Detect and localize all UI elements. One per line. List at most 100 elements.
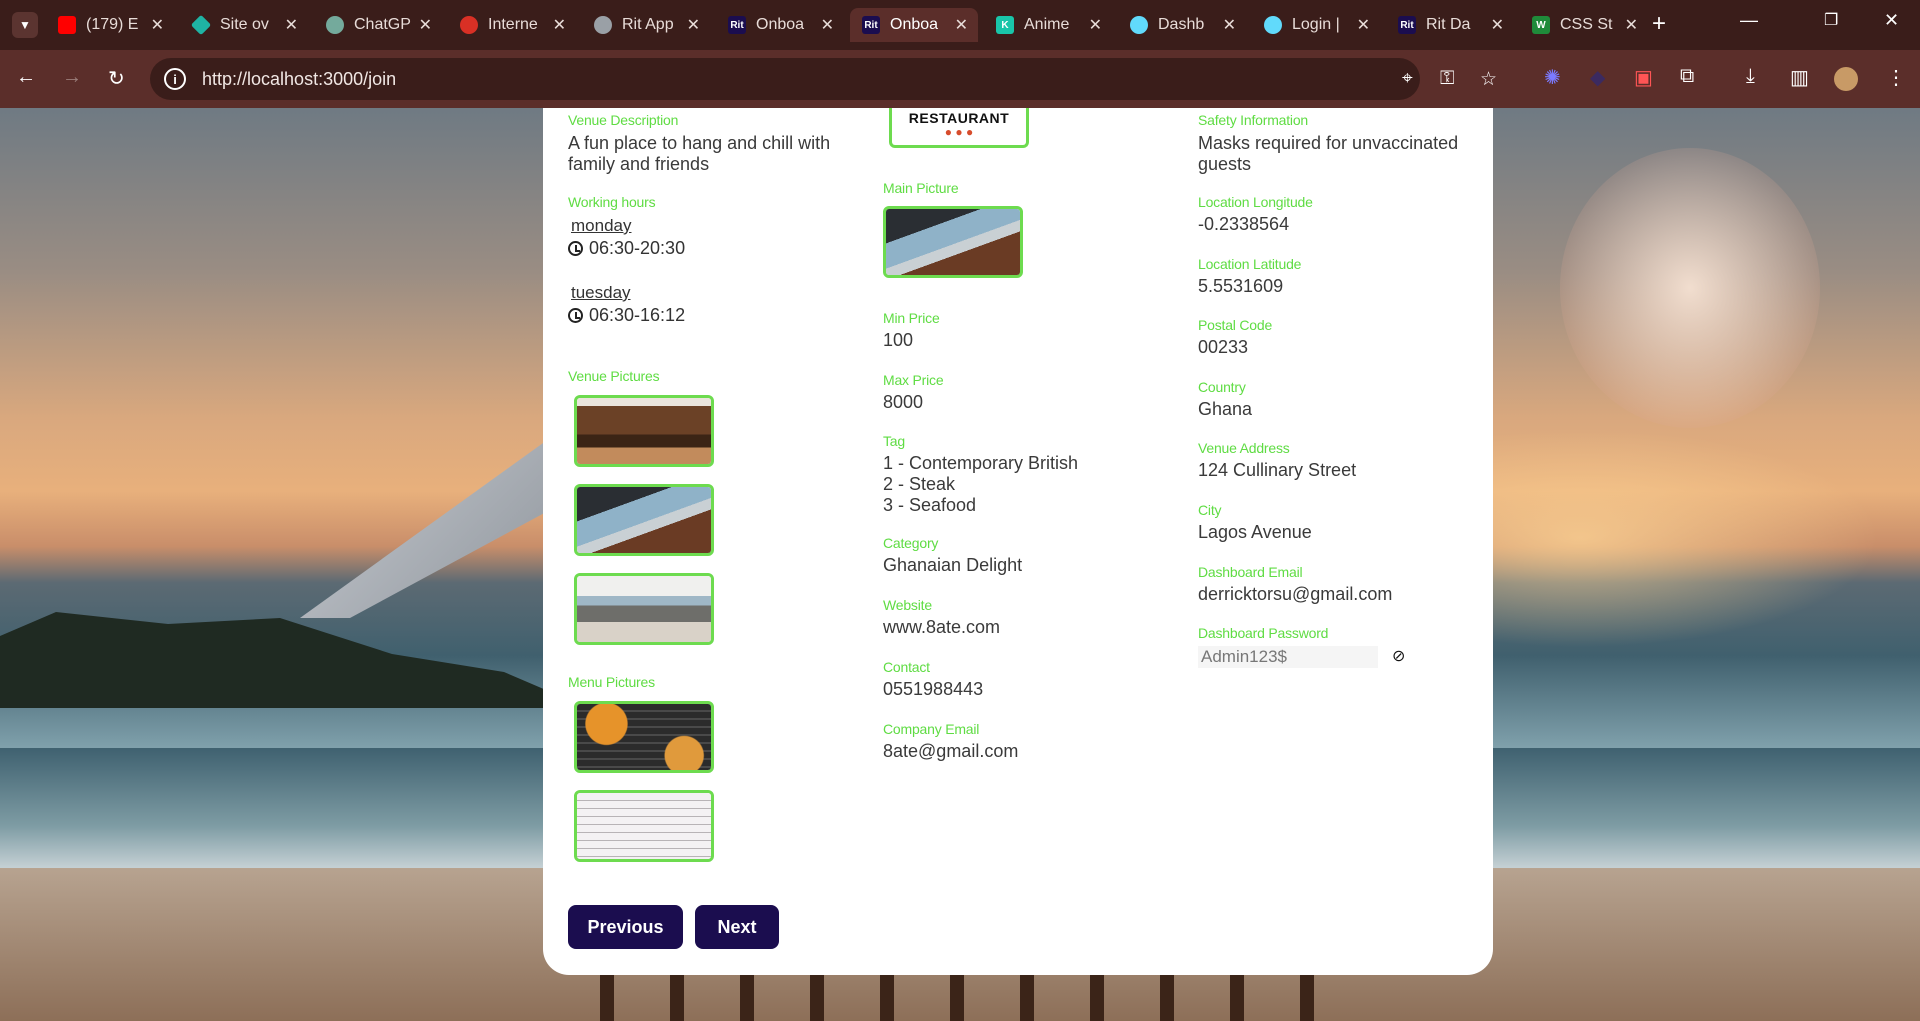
menu-light-image [577,793,711,859]
menu-pictures-list [568,701,714,879]
background-island [0,612,560,708]
page-viewport: Venue Description A fun place to hang an… [0,108,1920,1021]
close-tab-icon[interactable]: ✕ [1089,15,1102,35]
location-pin-icon[interactable]: ⌖ [1402,68,1413,90]
menu-picture-thumbnail[interactable] [574,790,714,862]
back-arrow-icon[interactable]: ← [16,66,36,89]
venue-pictures-list [568,395,714,662]
tab-strip: ▼ (179) E ✕ Site ov ✕ ChatGP ✕ Interne ✕ Rit App… [0,0,1920,50]
company-email-label: Company Email [883,721,980,737]
menu-picture-thumbnail[interactable] [574,701,714,773]
close-tab-icon[interactable]: ✕ [151,15,164,35]
menu-kebab-icon[interactable]: ⋮ [1886,65,1906,90]
profile-avatar[interactable] [1834,67,1858,91]
browser-tab[interactable]: W CSS St ✕ [1520,8,1648,42]
dashboard-email-value: derricktorsu@gmail.com [1198,584,1393,604]
reload-icon[interactable]: ↻ [108,66,125,91]
venue-pictures-label: Venue Pictures [568,368,660,384]
close-tab-icon[interactable]: ✕ [821,15,834,35]
extension-flower-icon[interactable]: ✺ [1544,65,1561,90]
tag-list: 1 - Contemporary British 2 - Steak 3 - S… [883,453,1143,516]
previous-button[interactable]: Previous [568,905,683,949]
tab-search-button[interactable]: ▼ [12,12,38,38]
close-tab-icon[interactable]: ✕ [1223,15,1236,35]
eye-slash-icon[interactable]: ⊘ [1392,646,1405,666]
tab-title: Anime [1024,16,1070,33]
extensions-puzzle-icon[interactable]: ⧉ [1680,65,1694,88]
browser-tab[interactable]: Dashb ✕ [1118,8,1246,42]
browser-tab[interactable]: Interne ✕ [448,8,576,42]
max-price-label: Max Price [883,372,944,388]
venue-picture-thumbnail[interactable] [574,573,714,645]
speedometer-icon [460,16,478,34]
tab-title: Onboa [756,16,805,33]
tab-title: Interne [488,16,538,33]
download-icon[interactable]: ⤓ [1746,65,1755,88]
close-tab-icon[interactable]: ✕ [419,15,432,35]
tab-title: Rit App [622,16,674,33]
browser-tab[interactable]: Rit Onboa ✕ [716,8,844,42]
close-tab-icon[interactable]: ✕ [553,15,566,35]
hours-day: monday [571,216,632,235]
browser-tab[interactable]: K Anime ✕ [984,8,1112,42]
dashboard-password-value: Admin123$ [1201,647,1288,666]
browser-tab[interactable]: ChatGP ✕ [314,8,442,42]
close-tab-icon[interactable]: ✕ [1357,15,1370,35]
venue-picture-thumbnail[interactable] [574,395,714,467]
company-email-value: 8ate@gmail.com [883,741,1019,761]
next-button[interactable]: Next [695,905,779,949]
menu-pictures-label: Menu Pictures [568,674,655,690]
country-value: Ghana [1198,399,1253,419]
logo-thumbnail[interactable]: RESTAURANT ● ● ● [889,108,1029,148]
forward-arrow-icon[interactable]: → [62,66,82,89]
join-form-card: Venue Description A fun place to hang an… [543,108,1493,975]
youtube-icon [58,16,76,34]
hours-time-row: 06:30-20:30 [568,238,768,259]
venue-skydeck-image [577,487,711,553]
site-info-icon[interactable]: i [164,68,186,90]
browser-tab[interactable]: (179) E ✕ [46,8,174,42]
country-label: Country [1198,379,1246,395]
close-tab-icon[interactable]: ✕ [955,15,968,35]
browser-tab[interactable]: Rit App ✕ [582,8,710,42]
close-tab-icon[interactable]: ✕ [1491,15,1504,35]
tab-title: Site ov [220,16,269,33]
main-picture-thumbnail[interactable] [883,206,1023,278]
background-umbrella [300,438,550,618]
close-tab-icon[interactable]: ✕ [285,15,298,35]
venue-hall-image [577,576,711,642]
latitude-value: 5.5531609 [1198,276,1284,296]
side-panel-icon[interactable]: ▥ [1790,65,1809,90]
bookmark-star-icon[interactable]: ☆ [1480,68,1497,91]
tab-title: Dashb [1158,16,1205,33]
address-bar[interactable]: i http://localhost:3000/join ⌖ ⚿ ☆ [150,58,1497,100]
tab-title: Onboa [890,16,939,33]
longitude-label: Location Longitude [1198,194,1313,210]
tab-title: ChatGP [354,16,411,33]
contact-value: 0551988443 [883,679,984,699]
logo-text: RESTAURANT [908,110,1010,126]
minimize-button[interactable]: — [1740,10,1758,31]
close-tab-icon[interactable]: ✕ [1625,15,1638,35]
close-window-button[interactable]: ✕ [1884,10,1899,31]
new-tab-button[interactable]: + [1652,10,1666,38]
browser-tab[interactable]: Rit Rit Da ✕ [1386,8,1514,42]
main-picture-wrapper [877,206,1023,295]
extension-red-icon[interactable]: ▣ [1634,65,1653,90]
hours-time: 06:30-16:12 [589,305,686,325]
browser-tab[interactable]: Site ov ✕ [180,8,308,42]
category-label: Category [883,535,939,551]
browser-tab[interactable]: Rit Onboa ✕ [850,8,978,42]
tag-item: 3 - Seafood [883,495,977,515]
venue-picture-thumbnail[interactable] [574,484,714,556]
react-icon [1264,16,1282,34]
close-tab-icon[interactable]: ✕ [687,15,700,35]
clock-icon [568,308,583,323]
postal-code-label: Postal Code [1198,317,1273,333]
browser-tab[interactable]: Login | ✕ [1252,8,1380,42]
restore-button[interactable]: ❐ [1824,10,1838,30]
key-icon[interactable]: ⚿ [1440,68,1454,90]
dashboard-password-field[interactable]: Admin123$ [1198,646,1378,668]
extension-dark-icon[interactable]: ◆ [1590,65,1605,90]
url-text: http://localhost:3000/join [202,68,397,89]
